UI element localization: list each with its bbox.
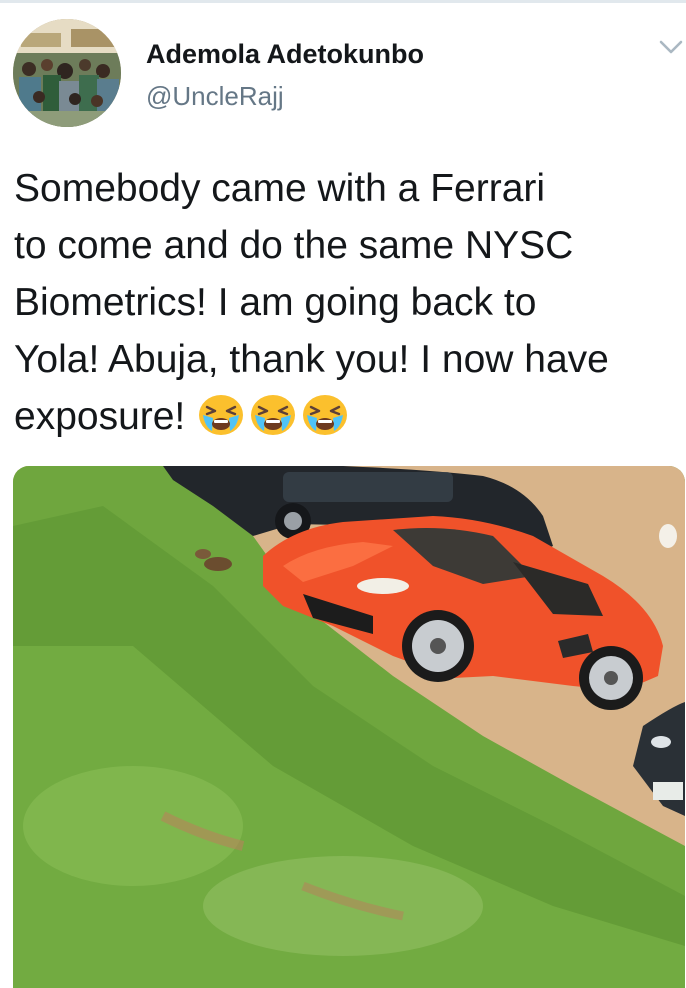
avatar-photo — [13, 19, 121, 127]
tweet-text-last-line: exposure! — [14, 388, 682, 445]
loudly-crying-face-emoji — [199, 395, 244, 435]
tweet-text-line: to come and do the same NYSC — [14, 224, 574, 267]
avatar[interactable] — [13, 19, 121, 127]
photo-scene — [13, 466, 685, 988]
tweet-text-line: Biometrics! I am going back to — [14, 281, 537, 324]
author-display-name[interactable]: Ademola Adetokunbo — [146, 39, 424, 70]
tweet-text-line: exposure! — [14, 395, 186, 438]
author-handle[interactable]: @UncleRajj — [146, 81, 284, 112]
tweet-photo[interactable] — [13, 466, 685, 988]
tweet-text: Somebody came with a Ferrari to come and… — [14, 160, 682, 445]
loudly-crying-face-emoji — [303, 395, 348, 435]
tweet: Ademola Adetokunbo @UncleRajj Somebody c… — [0, 0, 686, 988]
chevron-down-icon[interactable] — [658, 37, 684, 57]
tweet-text-line: Somebody came with a Ferrari — [14, 167, 546, 210]
loudly-crying-face-emoji — [251, 395, 296, 435]
tweet-text-line: Yola! Abuja, thank you! I now have — [14, 338, 609, 381]
